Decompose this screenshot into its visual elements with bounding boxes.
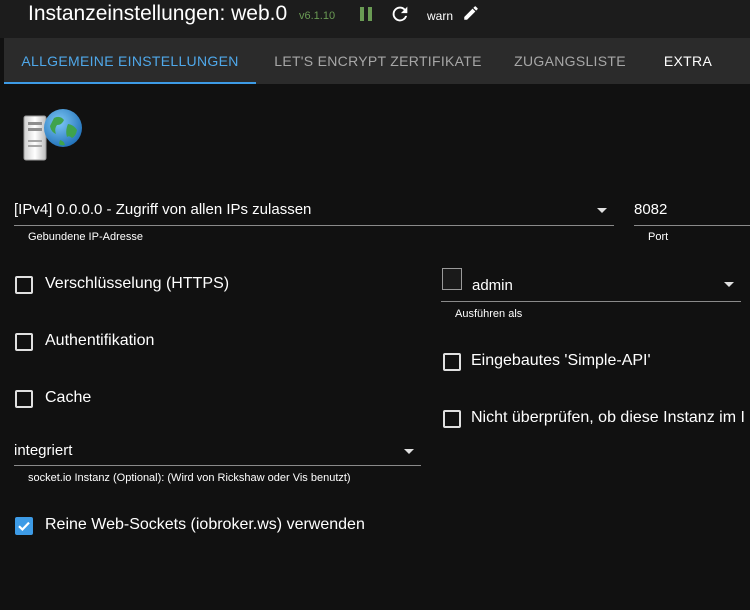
tab-general-settings[interactable]: ALLGEMEINE EINSTELLUNGEN (4, 38, 256, 84)
pure-websockets-label: Reine Web-Sockets (iobroker.ws) verwende… (45, 516, 365, 533)
tab-extra[interactable]: EXTRA (640, 38, 736, 84)
socketio-label: socket.io Instanz (Optional): (Wird von … (28, 472, 351, 484)
dialog-header: Instanzeinstellungen: web.0 v6.1.10 warn (0, 0, 750, 38)
simple-api-label: Eingebautes 'Simple-API' (471, 352, 651, 369)
https-checkbox[interactable] (15, 276, 33, 294)
port-underline (634, 225, 750, 226)
port-label: Port (648, 231, 669, 243)
edit-icon[interactable] (462, 4, 480, 22)
pause-icon[interactable] (358, 6, 374, 22)
https-label: Verschlüsselung (HTTPS) (45, 275, 230, 292)
bind-ip-underline (14, 225, 614, 226)
simple-api-checkbox[interactable] (443, 353, 461, 371)
no-check-label: Nicht überprüfen, ob diese Instanz im I (471, 409, 745, 426)
run-as-underline (441, 301, 741, 302)
page-title: Instanzeinstellungen: web.0 (28, 2, 288, 25)
user-avatar-icon (442, 268, 462, 290)
run-as-label: Ausführen als (455, 308, 523, 320)
pure-websockets-checkbox[interactable] (15, 517, 33, 535)
tab-access-list[interactable]: ZUGANGSLISTE (500, 38, 640, 84)
no-check-checkbox[interactable] (443, 410, 461, 428)
run-as-chevron-down-icon[interactable] (724, 282, 734, 287)
tab-letsencrypt[interactable]: LET'S ENCRYPT ZERTIFIKATE (256, 38, 500, 84)
refresh-icon[interactable] (389, 3, 411, 25)
adapter-logo-icon (18, 102, 90, 166)
socketio-chevron-down-icon[interactable] (404, 449, 414, 454)
tab-bar: ALLGEMEINE EINSTELLUNGEN LET'S ENCRYPT Z… (4, 38, 750, 84)
authentication-checkbox[interactable] (15, 333, 33, 351)
bind-ip-label: Gebundene IP-Adresse (28, 231, 143, 243)
socketio-underline (14, 465, 421, 466)
authentication-label: Authentifikation (45, 332, 155, 349)
active-tab-indicator (4, 82, 256, 84)
checkmark-icon (18, 521, 30, 532)
cache-label: Cache (45, 389, 92, 406)
bind-ip-chevron-down-icon[interactable] (597, 208, 607, 213)
cache-checkbox[interactable] (15, 390, 33, 408)
run-as-select[interactable]: admin (472, 277, 513, 294)
socketio-select[interactable]: integriert (14, 442, 72, 459)
loglevel-label[interactable]: warn (427, 9, 453, 23)
bind-ip-select[interactable]: [IPv4] 0.0.0.0 - Zugriff von allen IPs z… (14, 201, 311, 218)
version-label: v6.1.10 (299, 10, 336, 22)
port-input[interactable]: 8082 (634, 201, 667, 218)
